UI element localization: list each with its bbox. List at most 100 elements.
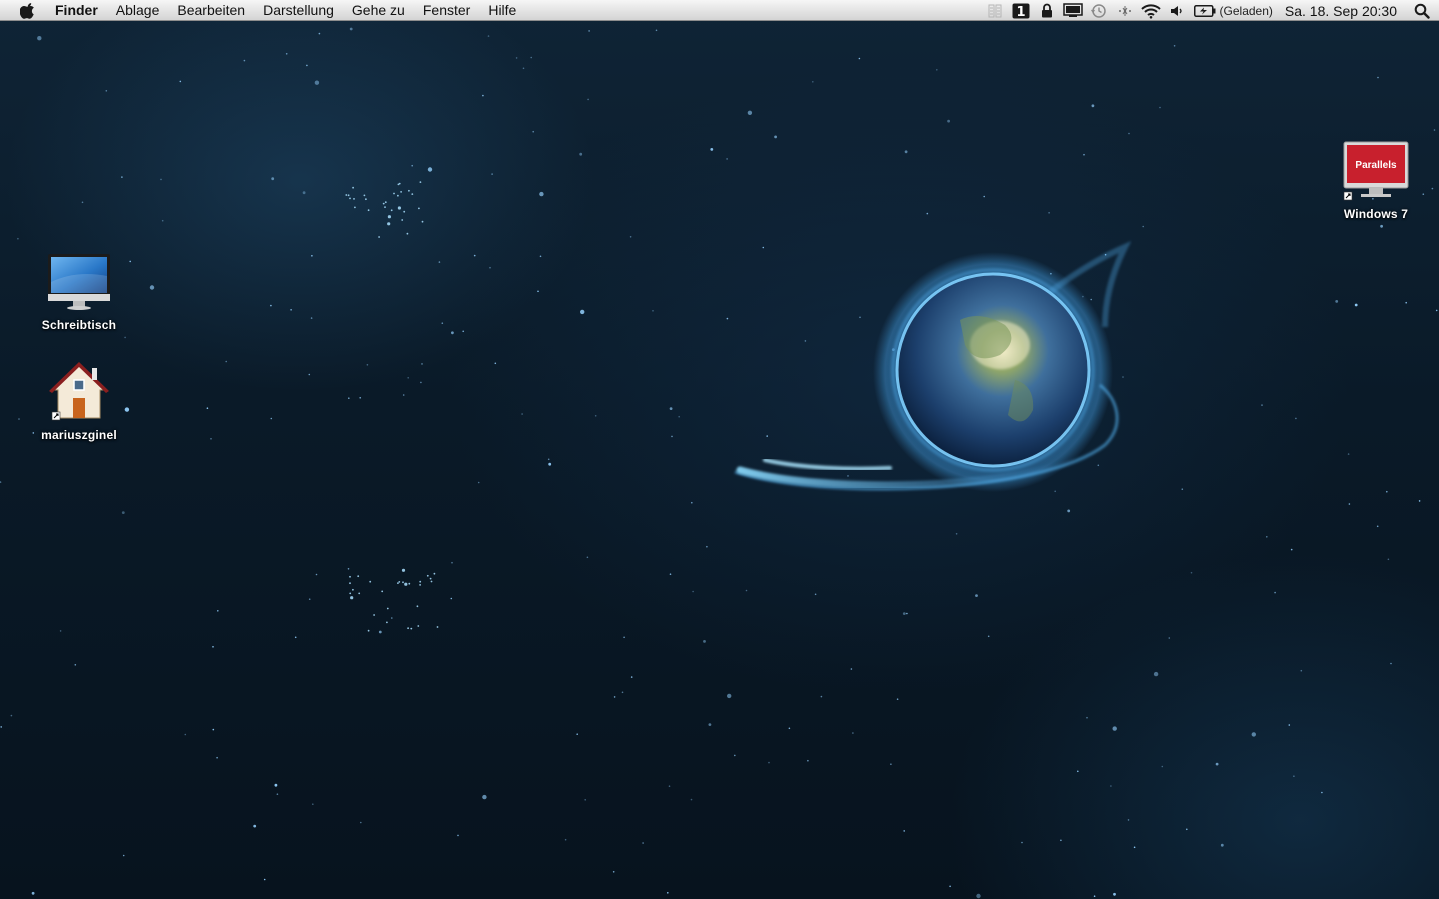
star [0, 481, 2, 483]
desktop-icon-home-folder[interactable]: mariuszginel [29, 360, 129, 442]
menu-hilfe[interactable]: Hilfe [479, 0, 525, 21]
desktop-icon-windows-7[interactable]: Parallels Windows 7 [1326, 141, 1426, 221]
star [788, 727, 791, 730]
star [421, 363, 423, 365]
menu-gehe-zu[interactable]: Gehe zu [343, 0, 414, 21]
star [1112, 726, 1117, 731]
menu-darstellung[interactable]: Darstellung [254, 0, 343, 21]
menu-extra-button[interactable] [982, 0, 1008, 21]
menu-bearbeiten[interactable]: Bearbeiten [168, 0, 254, 21]
star [367, 209, 370, 212]
time-machine-button[interactable] [1086, 0, 1112, 21]
star [403, 210, 406, 213]
apple-menu-button[interactable] [18, 0, 38, 21]
star [539, 255, 542, 258]
star [314, 80, 320, 85]
star [31, 891, 35, 895]
menu-finder[interactable]: Finder [53, 0, 107, 21]
menubar-clock[interactable]: Sa. 18. Sep 20:30 [1279, 3, 1405, 19]
star [630, 676, 633, 678]
star [774, 135, 777, 139]
display-mirror-icon [1062, 3, 1083, 17]
star [347, 568, 350, 570]
star [804, 340, 807, 342]
star [668, 785, 671, 787]
battery-status-text: (Geladen) [1219, 3, 1273, 18]
star [1435, 309, 1438, 312]
star [955, 533, 958, 535]
battery-status[interactable]: (Geladen) [1190, 4, 1279, 18]
star [1021, 841, 1023, 844]
star [354, 206, 356, 209]
star [386, 621, 388, 624]
star [381, 590, 384, 593]
star [814, 593, 817, 596]
volume-button[interactable] [1164, 0, 1190, 21]
star [1293, 775, 1295, 777]
star [160, 178, 162, 181]
star [858, 57, 861, 60]
menu-fenster[interactable]: Fenster [414, 0, 479, 21]
star [1220, 843, 1224, 847]
desktop-icon-label: Windows 7 [1343, 207, 1409, 221]
menu-ablage[interactable]: Ablage [107, 0, 169, 21]
spotlight-button[interactable] [1405, 0, 1439, 21]
star [393, 192, 395, 195]
star [363, 194, 366, 197]
star [812, 81, 814, 83]
bluetooth-button[interactable] [1112, 0, 1138, 21]
star [358, 592, 361, 595]
star [347, 194, 350, 197]
star [1093, 895, 1096, 897]
star [352, 186, 354, 189]
star [426, 574, 429, 577]
star [1418, 500, 1421, 502]
star [768, 761, 770, 764]
star [369, 580, 372, 583]
star [427, 167, 433, 172]
star [378, 630, 382, 634]
star [212, 728, 215, 731]
star [747, 110, 753, 116]
script-menu-button[interactable]: 1 [1008, 0, 1034, 21]
lock-menu-button[interactable] [1034, 0, 1060, 21]
star [350, 596, 354, 600]
star [904, 150, 908, 154]
star [349, 582, 351, 585]
star [655, 29, 658, 32]
star [710, 148, 714, 151]
star [494, 362, 497, 365]
desktop-icon-label: mariuszginel [41, 428, 117, 442]
star [691, 501, 693, 504]
star [1133, 846, 1136, 849]
star [548, 462, 552, 466]
star [896, 698, 899, 700]
star [410, 627, 413, 630]
star [1321, 791, 1323, 794]
star [1067, 509, 1071, 513]
star [433, 572, 436, 575]
star [1086, 716, 1088, 719]
star [451, 561, 453, 564]
desktop-icon-schreibtisch[interactable]: Schreibtisch [29, 252, 129, 332]
wifi-button[interactable] [1138, 0, 1164, 21]
star [487, 35, 490, 37]
display-menu-button[interactable] [1060, 0, 1086, 21]
star [1060, 839, 1062, 842]
star [1266, 536, 1268, 538]
star [10, 714, 13, 717]
star [547, 458, 550, 461]
star [105, 90, 108, 92]
star [417, 625, 420, 627]
star [1186, 828, 1188, 831]
imac-icon [48, 254, 110, 310]
star [1274, 591, 1276, 594]
star [623, 636, 625, 639]
star [384, 201, 387, 204]
star [59, 630, 62, 632]
star [903, 830, 905, 832]
star [373, 614, 375, 616]
star [532, 130, 534, 133]
star [416, 605, 419, 608]
star [311, 255, 313, 257]
